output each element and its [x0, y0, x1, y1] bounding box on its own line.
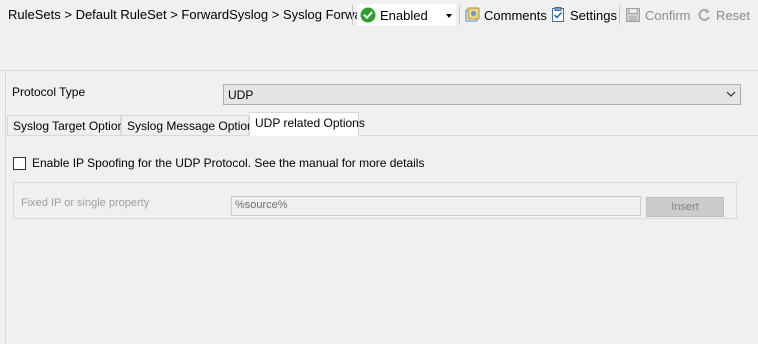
insert-label: Insert — [671, 201, 699, 213]
breadcrumb: RuleSets > Default RuleSet > ForwardSysl… — [8, 7, 391, 22]
tab-syslog-target-options[interactable]: Syslog Target Options — [7, 115, 130, 135]
settings-button[interactable]: Settings — [550, 5, 617, 25]
protocol-type-value: UDP — [228, 88, 254, 102]
comments-icon — [465, 7, 480, 22]
check-circle-icon — [360, 7, 376, 23]
reset-button[interactable]: Reset — [696, 5, 750, 25]
reset-label: Reset — [716, 7, 750, 23]
ip-spoofing-label: Enable IP Spoofing for the UDP Protocol.… — [32, 156, 425, 170]
fixed-ip-label: Fixed IP or single property — [21, 197, 150, 209]
tab-label: Syslog Target Options — [13, 119, 131, 133]
chevron-down-icon — [726, 91, 736, 97]
comments-label: Comments — [484, 7, 547, 23]
settings-icon — [552, 7, 564, 22]
tab-label: UDP related Options — [255, 116, 365, 130]
confirm-label: Confirm — [645, 7, 691, 23]
fixed-ip-value: %source% — [235, 199, 288, 211]
protocol-type-select[interactable]: UDP — [223, 84, 741, 105]
ip-spoofing-checkbox[interactable] — [13, 157, 26, 170]
protocol-type-label: Protocol Type — [12, 85, 86, 99]
header-band — [0, 31, 758, 71]
tab-syslog-message-options[interactable]: Syslog Message Options — [121, 115, 260, 135]
status-dropdown[interactable]: Enabled — [357, 4, 456, 26]
toolbar-separator — [352, 5, 353, 25]
insert-button[interactable]: Insert — [646, 197, 724, 217]
tab-udp-related-options[interactable]: UDP related Options — [249, 112, 365, 136]
save-icon — [626, 8, 640, 22]
toolbar-separator — [459, 5, 460, 25]
tab-label: Syslog Message Options — [127, 119, 260, 133]
confirm-button[interactable]: Confirm — [625, 5, 691, 25]
dropdown-arrow-icon — [446, 14, 452, 18]
reset-icon — [698, 8, 710, 21]
comments-button[interactable]: Comments — [464, 5, 547, 25]
toolbar-separator — [619, 5, 620, 25]
status-value: Enabled — [380, 8, 428, 23]
fixed-ip-input[interactable]: %source% — [231, 196, 641, 216]
settings-label: Settings — [570, 7, 617, 23]
